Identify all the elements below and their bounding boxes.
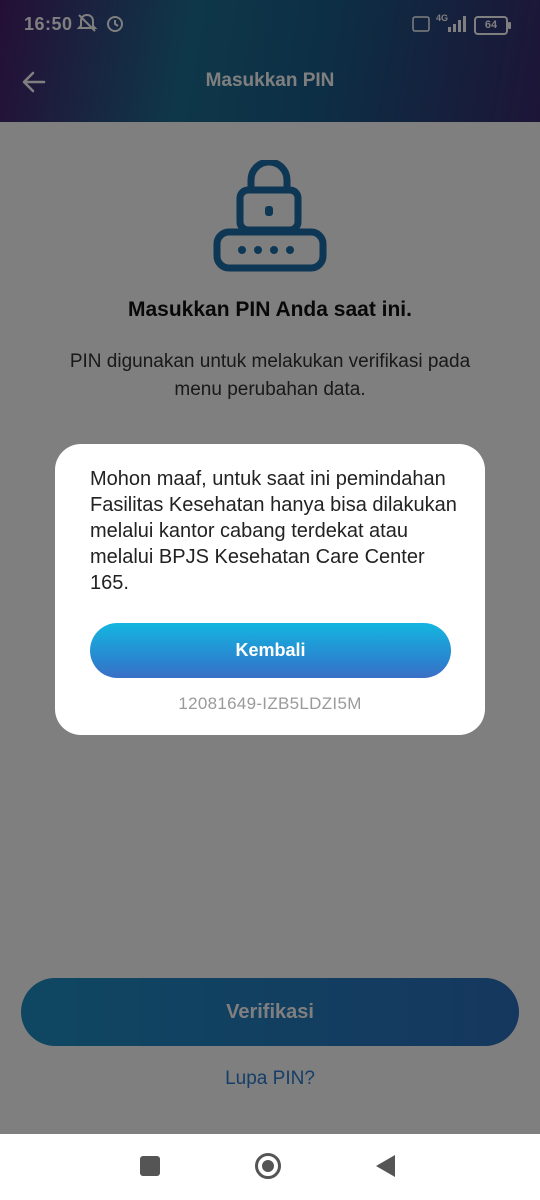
back-button[interactable]: Kembali <box>90 623 451 678</box>
error-code: 12081649-IZB5LDZI5M <box>178 694 362 713</box>
nav-back-icon[interactable] <box>376 1155 395 1177</box>
screen: 16:50 4G 64 Masukkan PIN <box>0 0 540 1200</box>
alert-dialog: Mohon maaf, untuk saat ini pemindahan Fa… <box>55 444 485 735</box>
system-nav-bar <box>0 1134 540 1200</box>
recent-apps-icon[interactable] <box>140 1156 160 1176</box>
dialog-message: Mohon maaf, untuk saat ini pemindahan Fa… <box>90 468 457 594</box>
home-icon[interactable] <box>255 1153 281 1179</box>
